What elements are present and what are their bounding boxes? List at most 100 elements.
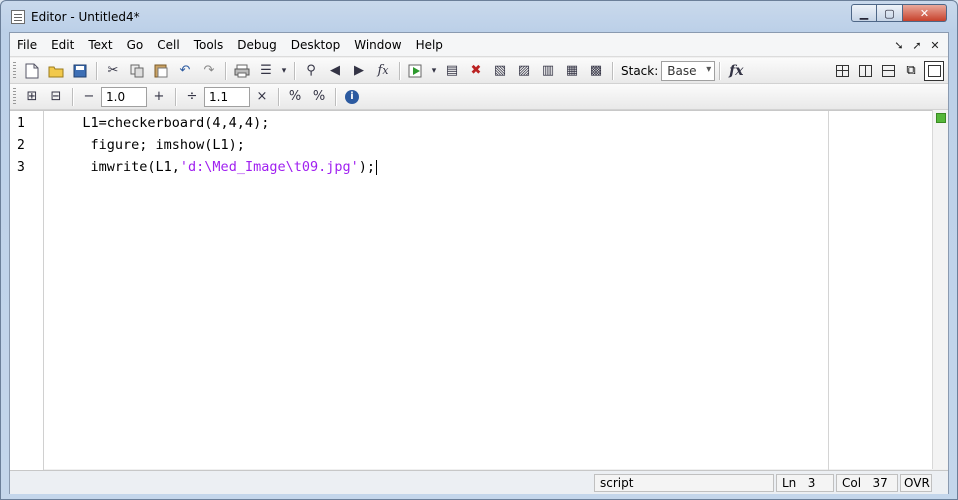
code-line: L1=checkerboard(4,4,4);: [58, 115, 269, 131]
decrement-button[interactable]: −: [78, 87, 100, 107]
maximize-layout-icon: [927, 64, 941, 77]
paste-icon: [154, 64, 168, 78]
save-button[interactable]: [69, 61, 91, 81]
print-options-dropdown[interactable]: ▾: [279, 61, 289, 81]
menubar-dock-controls: ➘ ➚ ✕: [890, 33, 944, 57]
multiply-button[interactable]: ×: [251, 87, 273, 107]
arrow-right-icon: ▶: [354, 63, 364, 78]
find-button[interactable]: ⚲: [300, 61, 322, 81]
maximize-layout-button[interactable]: [924, 60, 944, 81]
dock-arrow-icon[interactable]: ➚: [908, 39, 926, 52]
step-button[interactable]: ▧: [489, 61, 511, 81]
set-breakpoint-button[interactable]: ▤: [441, 61, 463, 81]
main-toolbar: ✂ ↶ ↷ ☰ ▾ ⚲ ◀ ▶ fx ▾ ▤ ✖ ▧ ▨ ▥ ▦ ▩ Stack…: [10, 58, 948, 84]
multiply-value-input[interactable]: [204, 86, 250, 107]
status-mode: script: [594, 474, 774, 492]
increment-button[interactable]: +: [148, 87, 170, 107]
status-overwrite: OVR: [900, 474, 932, 492]
insert-cell-button[interactable]: ⊞: [21, 87, 43, 107]
menu-desktop[interactable]: Desktop: [284, 33, 348, 57]
scissors-icon: ✂: [107, 63, 119, 78]
list-options-icon: ☰: [260, 63, 272, 78]
float-window-icon: ⧉: [906, 63, 916, 78]
comment-button[interactable]: %: [284, 87, 306, 107]
undock-arrow-icon[interactable]: ➘: [890, 39, 908, 52]
fx-icon: fx: [729, 62, 744, 79]
column-label: Col: [842, 476, 862, 490]
tile-vertical-button[interactable]: [855, 61, 875, 81]
menu-bar: File Edit Text Go Cell Tools Debug Deskt…: [10, 33, 948, 57]
fx-button[interactable]: fx: [725, 61, 747, 81]
redo-button[interactable]: ↷: [198, 61, 220, 81]
menu-help[interactable]: Help: [409, 33, 450, 57]
menu-window[interactable]: Window: [347, 33, 408, 57]
cell-divider-button[interactable]: ⊟: [45, 87, 67, 107]
forward-button[interactable]: ▶: [348, 61, 370, 81]
run-dropdown[interactable]: ▾: [429, 61, 439, 81]
menu-text[interactable]: Text: [81, 33, 119, 57]
new-file-button[interactable]: [21, 61, 43, 81]
toolbar-separator: [294, 61, 295, 80]
paste-button[interactable]: [150, 61, 172, 81]
menu-file[interactable]: File: [10, 33, 44, 57]
close-document-icon[interactable]: ✕: [926, 39, 944, 52]
split-horizontal-icon: [881, 64, 895, 77]
run-icon: [408, 64, 422, 77]
decrement-value-input[interactable]: [101, 86, 147, 107]
toolbar-grip[interactable]: [13, 61, 16, 80]
menu-tools[interactable]: Tools: [187, 33, 231, 57]
code-text: );: [358, 159, 375, 175]
editor-client: File Edit Text Go Cell Tools Debug Deskt…: [9, 32, 949, 494]
float-button[interactable]: ⧉: [901, 61, 921, 81]
function-browser-button[interactable]: fx: [372, 61, 394, 81]
step-in-button[interactable]: ▨: [513, 61, 535, 81]
uncomment-button[interactable]: %: [308, 87, 330, 107]
back-button[interactable]: ◀: [324, 61, 346, 81]
maximize-icon: ▢: [884, 6, 895, 20]
uncomment-percent-icon: %: [312, 89, 326, 104]
step-in-icon: ▨: [517, 63, 531, 78]
divide-button[interactable]: ÷: [181, 87, 203, 107]
vertical-scrollbar[interactable]: [932, 110, 948, 469]
info-button[interactable]: i: [341, 87, 363, 107]
window-title: Editor - Untitled4*: [31, 10, 140, 24]
title-bar[interactable]: Editor - Untitled4* ▁ ▢ ✕: [1, 1, 957, 33]
split-vertical-icon: [858, 64, 872, 77]
step-out-button[interactable]: ▥: [537, 61, 559, 81]
copy-button[interactable]: [126, 61, 148, 81]
toolbar-grip[interactable]: [13, 87, 16, 106]
copy-icon: [130, 64, 144, 77]
cut-button[interactable]: ✂: [102, 61, 124, 81]
undo-icon: ↶: [179, 63, 191, 78]
insert-cell-icon: ⊞: [26, 89, 38, 104]
stack-select[interactable]: Base: [661, 60, 716, 81]
menu-go[interactable]: Go: [120, 33, 151, 57]
code-line: figure; imshow(L1);: [58, 137, 245, 153]
print-options-button[interactable]: ☰: [255, 61, 277, 81]
status-column: Col 37: [836, 474, 898, 492]
line-number: 2: [17, 138, 25, 153]
maximize-button[interactable]: ▢: [877, 4, 903, 22]
close-button[interactable]: ✕: [903, 4, 947, 22]
code-analyzer-ok-icon[interactable]: [936, 113, 946, 123]
menu-cell[interactable]: Cell: [150, 33, 186, 57]
chevron-down-icon: ▾: [431, 65, 437, 76]
open-file-button[interactable]: [45, 61, 67, 81]
line-number-gutter: 1 2 3: [10, 111, 44, 470]
menu-edit[interactable]: Edit: [44, 33, 81, 57]
menu-debug[interactable]: Debug: [230, 33, 283, 57]
undo-button[interactable]: ↶: [174, 61, 196, 81]
toolbar-separator: [96, 61, 97, 80]
minimize-button[interactable]: ▁: [851, 4, 877, 22]
print-button[interactable]: [231, 61, 253, 81]
code-editor[interactable]: 1 2 3 L1=checkerboard(4,4,4); figure; im…: [10, 110, 932, 470]
step-icon: ▧: [493, 63, 507, 78]
code-text: figure; imshow(L1);: [58, 137, 245, 153]
editor-window: Editor - Untitled4* ▁ ▢ ✕ File Edit Text…: [0, 0, 958, 500]
run-button[interactable]: [405, 61, 427, 81]
clear-breakpoints-button[interactable]: ✖: [465, 61, 487, 81]
continue-button[interactable]: ▦: [561, 61, 583, 81]
exit-debug-button[interactable]: ▩: [585, 61, 607, 81]
tile-horizontal-button[interactable]: [878, 61, 898, 81]
tile-grid-button[interactable]: [832, 61, 852, 81]
